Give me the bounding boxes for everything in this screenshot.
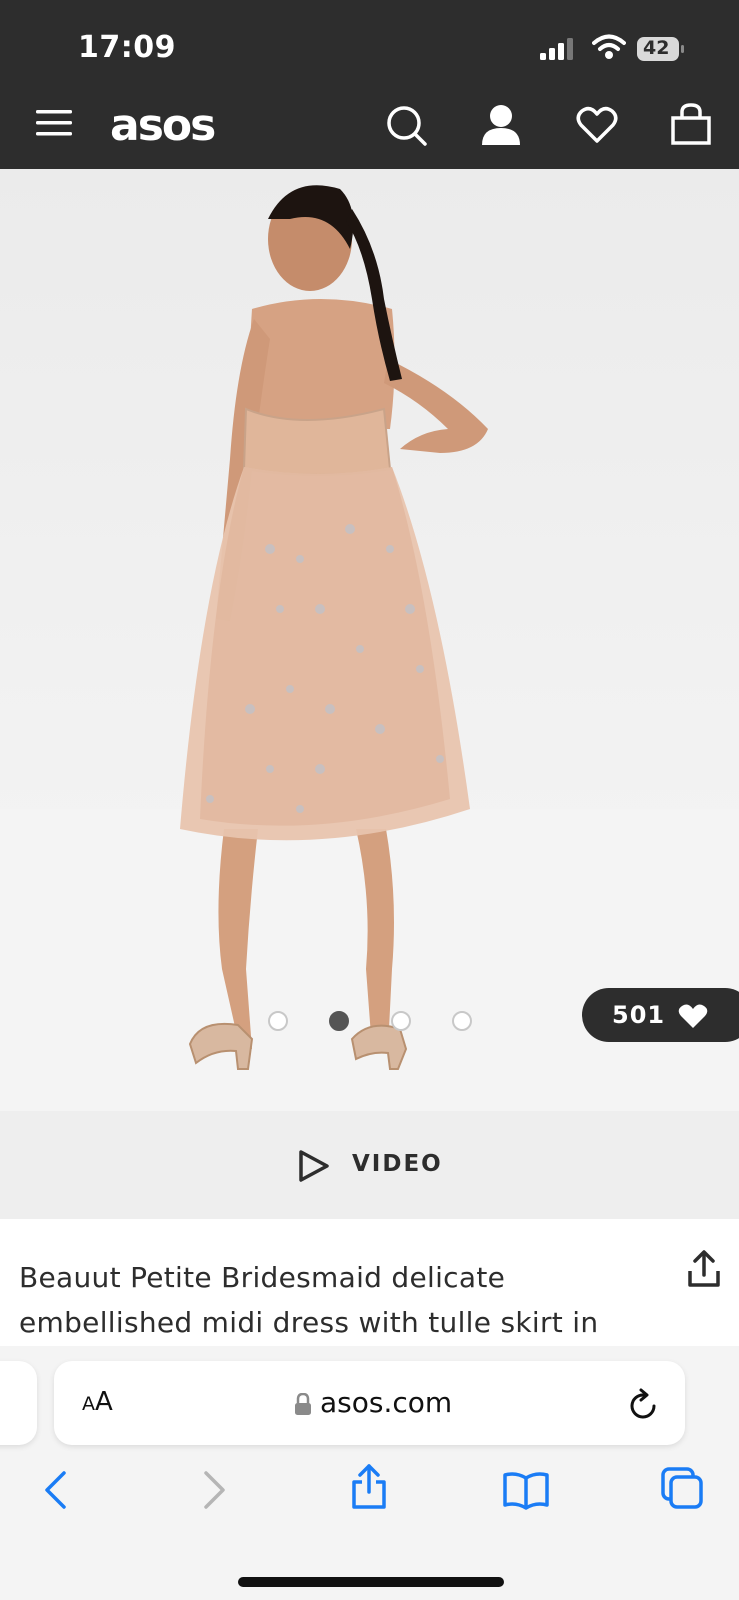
account-icon[interactable] xyxy=(480,103,522,147)
like-count-badge[interactable]: 501 xyxy=(582,988,739,1042)
video-button[interactable]: VIDEO xyxy=(0,1111,739,1219)
reload-icon[interactable] xyxy=(628,1388,660,1422)
safari-share-icon[interactable] xyxy=(350,1462,388,1510)
tabs-icon[interactable] xyxy=(660,1466,704,1510)
back-icon[interactable] xyxy=(42,1470,68,1510)
wifi-icon xyxy=(592,34,626,59)
carousel-dot-1[interactable] xyxy=(268,1011,288,1031)
asos-logo[interactable]: asos xyxy=(110,100,216,151)
browser-toolbar: AA asos.com xyxy=(0,1346,739,1600)
battery-level: 42 xyxy=(643,37,670,59)
url-text: asos.com xyxy=(320,1386,453,1419)
bag-icon[interactable] xyxy=(670,102,712,146)
cellular-signal-icon xyxy=(540,38,573,60)
battery-icon: 42 xyxy=(636,36,684,62)
carousel-dot-4[interactable] xyxy=(452,1011,472,1031)
status-bar: 17:09 42 xyxy=(0,0,739,92)
address-bar[interactable]: AA asos.com xyxy=(54,1361,685,1445)
play-icon xyxy=(299,1150,329,1182)
forward-icon[interactable] xyxy=(202,1470,228,1510)
search-icon[interactable] xyxy=(386,105,428,147)
video-label: VIDEO xyxy=(352,1151,443,1177)
like-count: 501 xyxy=(612,1001,666,1029)
status-time: 17:09 xyxy=(78,30,176,65)
text-size-button[interactable]: AA xyxy=(82,1387,113,1417)
wishlist-icon[interactable] xyxy=(576,106,618,144)
product-title-section: Beauut Petite Bridesmaid delicate embell… xyxy=(0,1219,739,1384)
menu-icon[interactable] xyxy=(36,108,72,138)
model-photo xyxy=(0,185,739,1111)
product-image[interactable] xyxy=(0,169,739,1111)
lock-icon xyxy=(295,1393,311,1415)
site-header: asos xyxy=(0,92,739,169)
bookmarks-icon[interactable] xyxy=(502,1470,550,1510)
home-indicator xyxy=(238,1577,504,1587)
previous-tab-preview[interactable] xyxy=(0,1361,37,1445)
share-icon[interactable] xyxy=(686,1249,722,1289)
carousel-dot-3[interactable] xyxy=(391,1011,411,1031)
heart-icon xyxy=(678,1004,708,1028)
carousel-dot-2[interactable] xyxy=(329,1011,349,1031)
